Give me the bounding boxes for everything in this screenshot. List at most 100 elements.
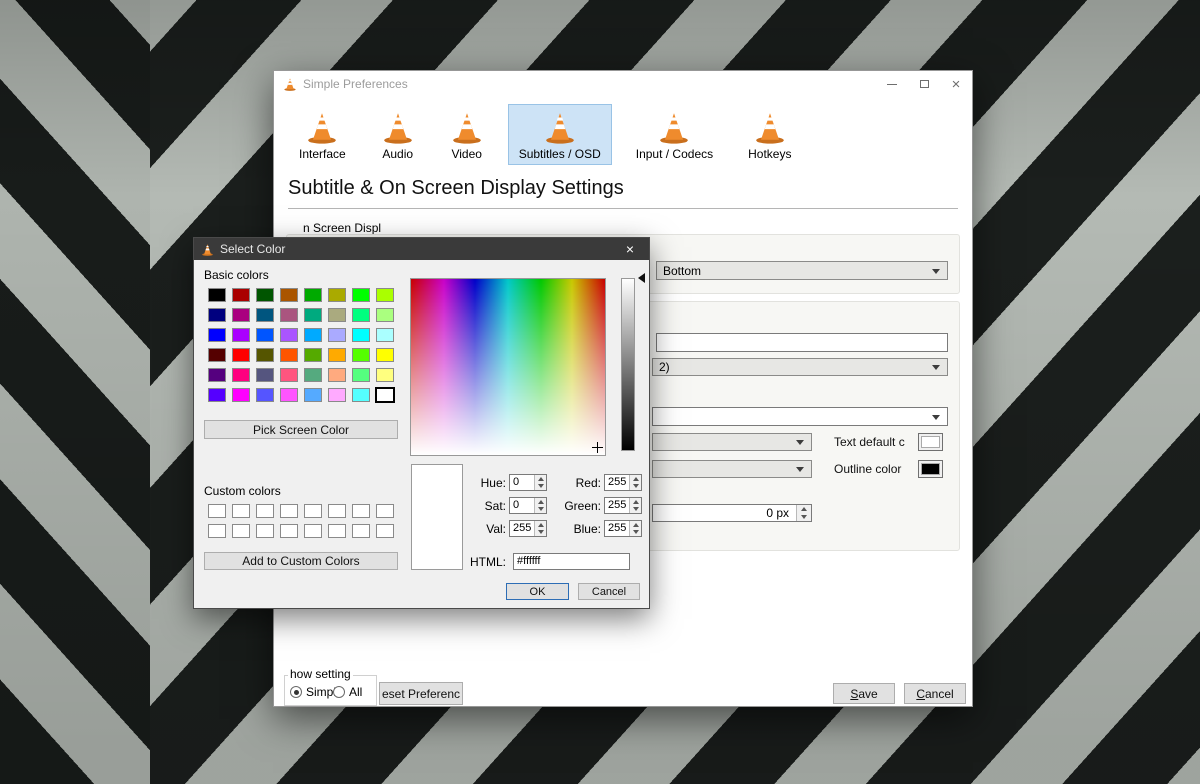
- outline-color-button[interactable]: [918, 460, 943, 478]
- spinner-arrows[interactable]: [534, 475, 546, 490]
- toolbar-item-hotkeys[interactable]: Hotkeys: [737, 104, 802, 165]
- text-default-color-button[interactable]: [918, 433, 943, 451]
- custom-color-well[interactable]: [232, 524, 250, 538]
- basic-color-swatch[interactable]: [304, 348, 322, 362]
- osd-position-combo[interactable]: Bottom: [656, 261, 948, 280]
- basic-color-swatch[interactable]: [256, 348, 274, 362]
- basic-color-swatch[interactable]: [328, 288, 346, 302]
- subtitle-position-spinner[interactable]: 0 px: [652, 504, 812, 522]
- basic-color-swatch[interactable]: [232, 348, 250, 362]
- basic-color-swatch[interactable]: [304, 368, 322, 382]
- basic-color-swatch[interactable]: [208, 348, 226, 362]
- save-button[interactable]: Save: [833, 683, 895, 704]
- subtitle-text-input[interactable]: [656, 333, 948, 352]
- basic-color-swatch[interactable]: [256, 388, 274, 402]
- add-to-custom-colors-button[interactable]: Add to Custom Colors: [204, 552, 398, 570]
- basic-color-swatch[interactable]: [208, 368, 226, 382]
- custom-color-well[interactable]: [256, 504, 274, 518]
- basic-color-swatch[interactable]: [304, 288, 322, 302]
- custom-color-well[interactable]: [208, 524, 226, 538]
- radio-simple[interactable]: Simpl: [290, 685, 336, 699]
- custom-color-well[interactable]: [376, 524, 394, 538]
- basic-color-swatch[interactable]: [328, 328, 346, 342]
- font-size-combo[interactable]: [652, 433, 812, 451]
- val-spinbox[interactable]: 255: [509, 520, 547, 537]
- spinner-arrows[interactable]: [534, 498, 546, 513]
- outline-thickness-combo[interactable]: [652, 460, 812, 478]
- spinner-arrows[interactable]: [629, 475, 641, 490]
- red-spinbox[interactable]: 255: [604, 474, 642, 491]
- cancel-button[interactable]: Cancel: [904, 683, 966, 704]
- custom-color-well[interactable]: [232, 504, 250, 518]
- custom-color-well[interactable]: [304, 504, 322, 518]
- custom-color-well[interactable]: [280, 504, 298, 518]
- custom-color-well[interactable]: [280, 524, 298, 538]
- basic-color-swatch[interactable]: [280, 368, 298, 382]
- basic-color-swatch[interactable]: [232, 388, 250, 402]
- basic-color-swatch[interactable]: [280, 388, 298, 402]
- custom-color-well[interactable]: [352, 524, 370, 538]
- basic-color-swatch[interactable]: [376, 328, 394, 342]
- dialog-close-button[interactable]: ×: [611, 238, 649, 260]
- basic-color-swatch[interactable]: [304, 308, 322, 322]
- basic-color-swatch[interactable]: [352, 308, 370, 322]
- toolbar-item-interface[interactable]: Interface: [288, 104, 357, 165]
- basic-color-swatch[interactable]: [280, 288, 298, 302]
- basic-color-swatch[interactable]: [328, 308, 346, 322]
- basic-color-swatch[interactable]: [352, 388, 370, 402]
- encoding-combo[interactable]: 2): [652, 358, 948, 376]
- custom-color-well[interactable]: [376, 504, 394, 518]
- basic-color-swatch[interactable]: [280, 308, 298, 322]
- basic-color-swatch[interactable]: [352, 288, 370, 302]
- basic-color-swatch[interactable]: [208, 308, 226, 322]
- green-spinbox[interactable]: 255: [604, 497, 642, 514]
- custom-color-well[interactable]: [352, 504, 370, 518]
- basic-color-swatch[interactable]: [376, 348, 394, 362]
- basic-color-swatch[interactable]: [232, 308, 250, 322]
- basic-color-swatch[interactable]: [352, 368, 370, 382]
- basic-color-swatch[interactable]: [376, 308, 394, 322]
- basic-color-swatch[interactable]: [280, 328, 298, 342]
- luminance-slider[interactable]: [621, 278, 635, 451]
- spinner-arrows[interactable]: [534, 521, 546, 536]
- basic-color-swatch[interactable]: [328, 368, 346, 382]
- basic-color-swatch[interactable]: [376, 388, 394, 402]
- basic-color-swatch[interactable]: [328, 388, 346, 402]
- basic-color-swatch[interactable]: [256, 368, 274, 382]
- basic-color-swatch[interactable]: [256, 288, 274, 302]
- custom-color-well[interactable]: [304, 524, 322, 538]
- basic-color-swatch[interactable]: [304, 388, 322, 402]
- basic-color-swatch[interactable]: [352, 348, 370, 362]
- toolbar-item-input-codecs[interactable]: Input / Codecs: [625, 104, 724, 165]
- basic-color-swatch[interactable]: [280, 348, 298, 362]
- hue-saturation-picker[interactable]: [410, 278, 606, 456]
- basic-color-swatch[interactable]: [376, 368, 394, 382]
- dialog-cancel-button[interactable]: Cancel: [578, 583, 640, 600]
- custom-color-well[interactable]: [328, 524, 346, 538]
- ok-button[interactable]: OK: [506, 583, 569, 600]
- custom-color-well[interactable]: [208, 504, 226, 518]
- spinner-arrows[interactable]: [796, 505, 811, 521]
- toolbar-item-video[interactable]: Video: [439, 104, 495, 165]
- reset-preferences-button[interactable]: eset Preferenc: [379, 682, 463, 705]
- hue-spinbox[interactable]: 0: [509, 474, 547, 491]
- sat-spinbox[interactable]: 0: [509, 497, 547, 514]
- minimize-button[interactable]: [876, 71, 908, 97]
- basic-color-swatch[interactable]: [352, 328, 370, 342]
- spinner-arrows[interactable]: [629, 521, 641, 536]
- close-button[interactable]: ×: [940, 71, 972, 97]
- maximize-button[interactable]: [908, 71, 940, 97]
- html-color-input[interactable]: #ffffff: [513, 553, 630, 570]
- radio-all[interactable]: All: [333, 685, 362, 699]
- toolbar-item-audio[interactable]: Audio: [370, 104, 426, 165]
- custom-color-well[interactable]: [256, 524, 274, 538]
- spinner-arrows[interactable]: [629, 498, 641, 513]
- basic-color-swatch[interactable]: [304, 328, 322, 342]
- blue-spinbox[interactable]: 255: [604, 520, 642, 537]
- basic-color-swatch[interactable]: [232, 328, 250, 342]
- custom-color-well[interactable]: [328, 504, 346, 518]
- basic-color-swatch[interactable]: [232, 288, 250, 302]
- basic-color-swatch[interactable]: [256, 328, 274, 342]
- basic-color-swatch[interactable]: [328, 348, 346, 362]
- basic-color-swatch[interactable]: [376, 288, 394, 302]
